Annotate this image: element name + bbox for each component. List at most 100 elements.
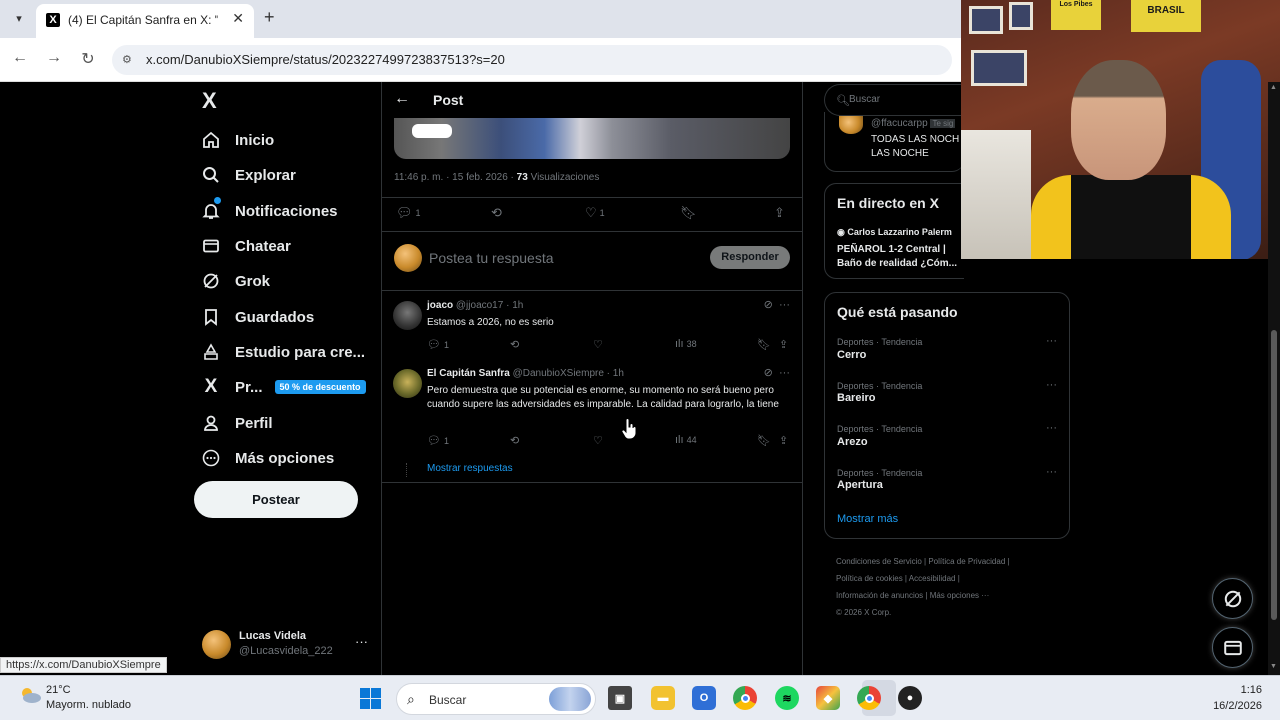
author-name[interactable]: joaco bbox=[427, 300, 453, 311]
nav-perfil[interactable]: Perfil bbox=[200, 410, 273, 436]
show-replies-link[interactable]: Mostrar respuestas bbox=[427, 463, 513, 474]
views-action[interactable]: ılı 38 bbox=[675, 338, 697, 350]
more-circle-icon bbox=[200, 447, 222, 469]
nav-notificaciones[interactable]: Notificaciones bbox=[200, 197, 338, 224]
more-icon[interactable]: ··· bbox=[355, 634, 368, 649]
reply-action[interactable]: 💬︎ 1 bbox=[427, 338, 449, 351]
url-text: x.com/DanubioXSiempre/status/20232274997… bbox=[146, 52, 505, 67]
avatar bbox=[393, 369, 422, 398]
reply-input[interactable]: Postea tu respuesta bbox=[429, 250, 554, 266]
webcam-overlay: Los Pibes BRASIL bbox=[961, 0, 1280, 259]
tweet-menu[interactable]: ⊘ ··· bbox=[764, 298, 790, 311]
more-icon[interactable]: ··· bbox=[1046, 422, 1057, 434]
task-view-icon[interactable]: ▣ bbox=[608, 686, 632, 710]
more-icon[interactable]: ··· bbox=[779, 299, 790, 311]
heart-icon[interactable]: ♡ bbox=[593, 338, 603, 351]
nav-premium[interactable]: X Pr... 50 % de descuento bbox=[200, 374, 366, 400]
scrollbar-thumb[interactable] bbox=[1271, 330, 1277, 620]
outlook-icon[interactable]: O bbox=[692, 686, 716, 710]
share-icon[interactable]: ⇪ bbox=[774, 205, 785, 221]
taskbar-search-input[interactable]: ⌕ Buscar bbox=[396, 683, 596, 715]
trends-card: Qué está pasando Deportes · Tendencia Ce… bbox=[824, 292, 1070, 539]
weather-desc[interactable]: Mayorm. nublado bbox=[46, 699, 131, 711]
repost-icon[interactable]: ⟲ bbox=[510, 434, 519, 447]
share-icon[interactable]: ⇪ bbox=[779, 338, 788, 351]
reply-tweet[interactable]: joaco @jjoaco17 · 1h ⊘ ··· Estamos a 202… bbox=[382, 294, 802, 356]
new-tab-icon[interactable]: + bbox=[264, 7, 275, 28]
messages-float-button[interactable] bbox=[1212, 627, 1253, 668]
footer-line[interactable]: Política de cookies | Accesibilidad | bbox=[836, 570, 1066, 587]
scroll-down-icon[interactable]: ▼ bbox=[1270, 663, 1277, 670]
site-settings-icon[interactable]: ⚙ bbox=[122, 53, 136, 66]
close-tab-icon[interactable]: ✕ bbox=[232, 10, 244, 27]
show-more-link[interactable]: Mostrar más bbox=[837, 513, 898, 525]
reply-action[interactable]: 💬︎ 1 bbox=[396, 205, 421, 221]
url-input[interactable]: ⚙ x.com/DanubioXSiempre/status/202322749… bbox=[112, 45, 952, 75]
footer-line[interactable]: Información de anuncios | Más opciones ·… bbox=[836, 587, 1066, 604]
scroll-up-icon[interactable]: ▲ bbox=[1270, 84, 1277, 91]
forward-icon[interactable]: → bbox=[44, 49, 64, 67]
more-icon[interactable]: ··· bbox=[1046, 379, 1057, 391]
spotify-icon[interactable]: ≋ bbox=[775, 686, 799, 710]
browser-tab[interactable]: X (4) El Capitán Sanfra en X: "@jjoaco ✕ bbox=[36, 4, 254, 38]
tweet-menu[interactable]: ⊘ ··· bbox=[764, 366, 790, 379]
back-arrow-icon[interactable]: ← bbox=[394, 90, 410, 108]
post-media-image[interactable] bbox=[394, 118, 790, 159]
wall-poster: BRASIL bbox=[1131, 0, 1201, 32]
nav-inicio[interactable]: Inicio bbox=[200, 127, 274, 153]
back-icon[interactable]: ← bbox=[10, 49, 30, 67]
search-icon: ⌕ bbox=[407, 691, 415, 707]
reply-count: 1 bbox=[443, 339, 449, 350]
bookmark-icon[interactable]: 🔖︎ bbox=[757, 434, 771, 447]
studio-icon bbox=[200, 341, 222, 363]
more-icon[interactable]: ··· bbox=[779, 367, 790, 379]
live-title: En directo en X bbox=[837, 195, 939, 211]
bluestacks-icon[interactable]: ◆ bbox=[816, 686, 840, 710]
more-icon[interactable]: ··· bbox=[1046, 466, 1057, 478]
nav-explorar[interactable]: Explorar bbox=[200, 162, 296, 188]
chrome-icon[interactable] bbox=[733, 686, 757, 710]
nav-chatear[interactable]: Chatear bbox=[200, 233, 291, 259]
page-scrollbar[interactable]: ▲ ▼ bbox=[1268, 82, 1280, 675]
reload-icon[interactable]: ↻ bbox=[78, 49, 98, 69]
like-action[interactable]: ♡ 1 bbox=[585, 205, 605, 221]
clock-time[interactable]: 1:16 bbox=[1241, 684, 1262, 696]
reply-action[interactable]: 💬︎ 1 bbox=[427, 434, 449, 447]
game-app-icon[interactable]: ● bbox=[898, 686, 922, 710]
grok-icon[interactable]: ⊘ bbox=[764, 299, 773, 311]
repost-icon[interactable]: ⟲ bbox=[491, 205, 502, 221]
post-button[interactable]: Postear bbox=[194, 481, 358, 518]
nav-mas-opciones[interactable]: Más opciones bbox=[200, 445, 334, 471]
nav-guardados[interactable]: Guardados bbox=[200, 304, 314, 330]
nav-grok[interactable]: Grok bbox=[200, 268, 270, 294]
chrome-active-icon[interactable] bbox=[857, 686, 881, 710]
share-icon[interactable]: ⇪ bbox=[779, 434, 788, 447]
file-explorer-icon[interactable]: ▬ bbox=[651, 686, 675, 710]
bookmark-icon[interactable]: 🔖︎ bbox=[680, 205, 697, 221]
home-icon bbox=[200, 129, 222, 151]
live-partial-card[interactable]: @ffacucarpp Te sig TODAS LAS NOCH LAS NO… bbox=[824, 112, 964, 172]
reply-button[interactable]: Responder bbox=[710, 246, 790, 269]
reply-tweet[interactable]: El Capitán Sanfra @DanubioXSiempre · 1h … bbox=[382, 362, 802, 458]
x-logo-icon[interactable]: X bbox=[202, 90, 224, 112]
views-action[interactable]: ılı 44 bbox=[675, 434, 697, 446]
repost-icon[interactable]: ⟲ bbox=[510, 338, 519, 351]
more-icon[interactable]: ··· bbox=[1046, 335, 1057, 347]
clock-date[interactable]: 16/2/2026 bbox=[1213, 700, 1262, 712]
footer-line[interactable]: Condiciones de Servicio | Política de Pr… bbox=[836, 553, 1066, 570]
tab-search-chevron-icon[interactable]: ▾ bbox=[8, 8, 30, 30]
weather-temp[interactable]: 21°C bbox=[46, 684, 71, 696]
screen: ▾ X (4) El Capitán Sanfra en X: "@jjoaco… bbox=[0, 0, 1280, 720]
bookmark-icon[interactable]: 🔖︎ bbox=[757, 338, 771, 351]
person-body bbox=[1031, 175, 1231, 259]
author-name[interactable]: El Capitán Sanfra bbox=[427, 368, 510, 379]
grok-float-button[interactable] bbox=[1212, 578, 1253, 619]
partly-cloudy-icon[interactable] bbox=[18, 685, 42, 705]
windows-start-icon[interactable] bbox=[360, 688, 381, 709]
live-card[interactable]: En directo en X ◉ Carlos Lazzarino Paler… bbox=[824, 183, 964, 279]
grok-icon[interactable]: ⊘ bbox=[764, 367, 773, 379]
post-timestamp[interactable]: 11:46 p. m. · 15 feb. 2026 · bbox=[394, 172, 517, 183]
nav-estudio[interactable]: Estudio para cre... bbox=[200, 339, 365, 365]
account-switcher[interactable]: Lucas Videla @Lucasvidela_222 ··· bbox=[200, 628, 370, 662]
heart-icon[interactable]: ♡ bbox=[593, 434, 603, 447]
